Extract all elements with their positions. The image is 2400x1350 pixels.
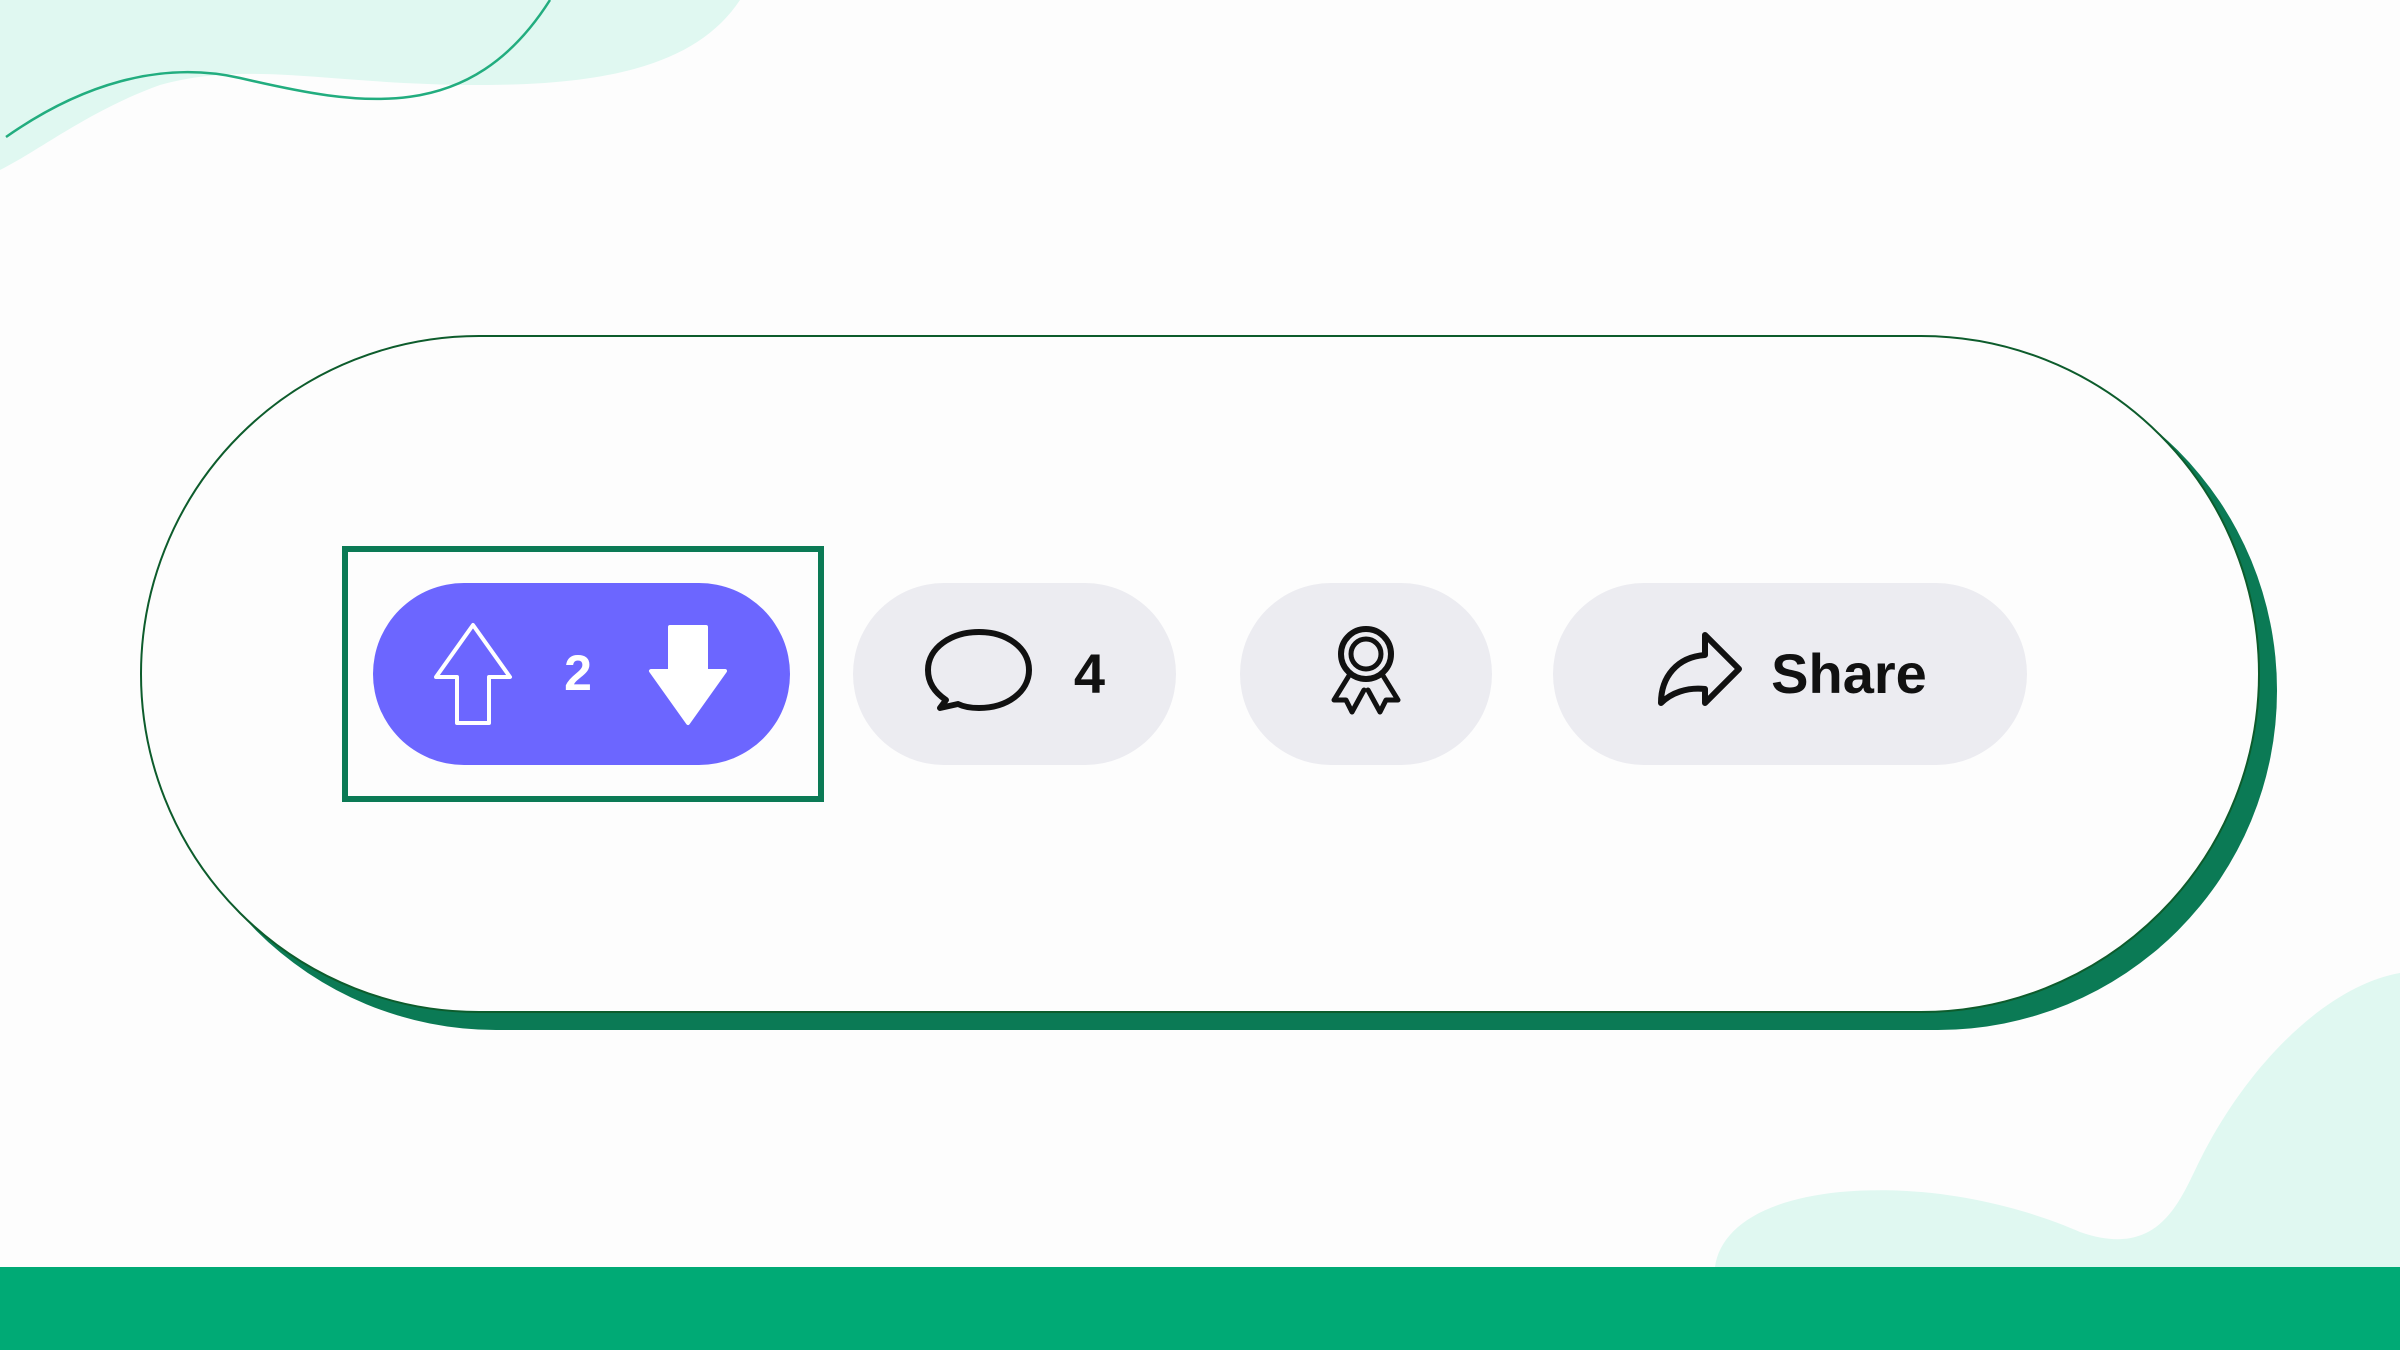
downvote-button[interactable] [643, 619, 733, 729]
award-button[interactable] [1240, 583, 1492, 765]
upvote-button[interactable] [428, 619, 518, 729]
vote-control: 2 [373, 583, 790, 765]
arrow-up-outline-icon [434, 623, 512, 725]
comment-count: 4 [1073, 642, 1106, 705]
arrow-down-filled-icon [649, 625, 727, 725]
award-ribbon-icon [1331, 626, 1401, 715]
share-label: Share [1771, 642, 1927, 705]
vote-count: 2 [564, 645, 592, 701]
speech-bubble-icon [924, 629, 1032, 711]
comments-button[interactable]: 4 [853, 583, 1176, 765]
bottom-bar [0, 1267, 2400, 1350]
share-arrow-icon [1658, 632, 1743, 706]
share-button[interactable]: Share [1553, 583, 2027, 765]
